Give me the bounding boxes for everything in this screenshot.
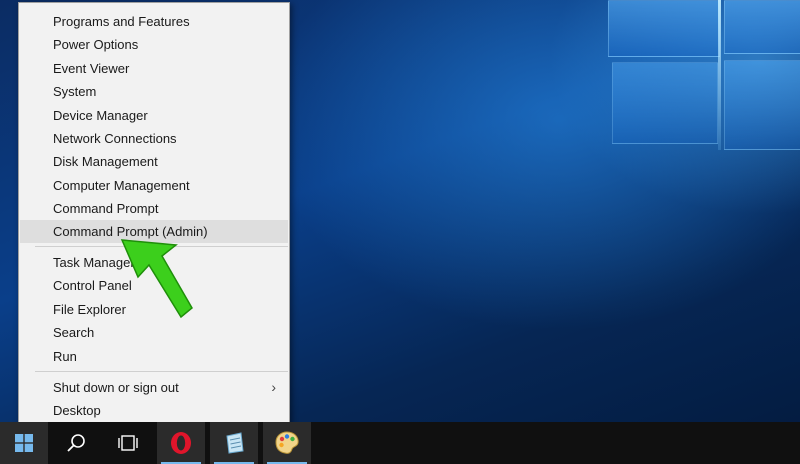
taskbar — [0, 422, 800, 464]
wallpaper-pane — [724, 60, 800, 150]
menu-item-search[interactable]: Search — [20, 321, 288, 344]
wallpaper-pane — [724, 0, 800, 54]
menu-item-computer-management[interactable]: Computer Management — [20, 174, 288, 197]
menu-item-file-explorer[interactable]: File Explorer — [20, 298, 288, 321]
task-view-button[interactable] — [104, 422, 152, 464]
menu-item-task-manager[interactable]: Task Manager — [20, 251, 288, 274]
wallpaper-pane — [608, 0, 720, 57]
menu-item-power-options[interactable]: Power Options — [20, 33, 288, 56]
taskbar-app-notepad[interactable] — [210, 422, 258, 464]
opera-browser-icon — [171, 432, 191, 454]
menu-item-control-panel[interactable]: Control Panel — [20, 274, 288, 297]
menu-item-command-prompt[interactable]: Command Prompt — [20, 197, 288, 220]
menu-item-shut-down-or-sign-out[interactable]: Shut down or sign out › — [20, 376, 288, 399]
menu-item-event-viewer[interactable]: Event Viewer — [20, 57, 288, 80]
search-button[interactable] — [52, 422, 100, 464]
menu-item-command-prompt-admin[interactable]: Command Prompt (Admin) — [20, 220, 288, 243]
winx-context-menu: Programs and Features Power Options Even… — [18, 2, 290, 426]
menu-item-desktop[interactable]: Desktop — [20, 399, 288, 422]
menu-item-disk-management[interactable]: Disk Management — [20, 150, 288, 173]
chevron-right-icon: › — [271, 379, 276, 395]
search-icon — [67, 434, 85, 452]
notepad-icon — [226, 432, 244, 454]
paint-icon — [275, 431, 299, 454]
menu-separator — [35, 371, 288, 372]
wallpaper-light-beam — [718, 0, 721, 150]
taskbar-app-opera[interactable] — [157, 422, 205, 464]
menu-item-network-connections[interactable]: Network Connections — [20, 127, 288, 150]
windows-start-icon — [15, 434, 33, 452]
task-view-icon — [118, 435, 138, 451]
menu-item-run[interactable]: Run — [20, 345, 288, 368]
menu-item-device-manager[interactable]: Device Manager — [20, 104, 288, 127]
start-button[interactable] — [0, 422, 48, 464]
wallpaper-pane — [612, 62, 718, 144]
taskbar-app-paint[interactable] — [263, 422, 311, 464]
menu-item-system[interactable]: System — [20, 80, 288, 103]
menu-separator — [35, 246, 288, 247]
menu-item-programs-and-features[interactable]: Programs and Features — [20, 10, 288, 33]
